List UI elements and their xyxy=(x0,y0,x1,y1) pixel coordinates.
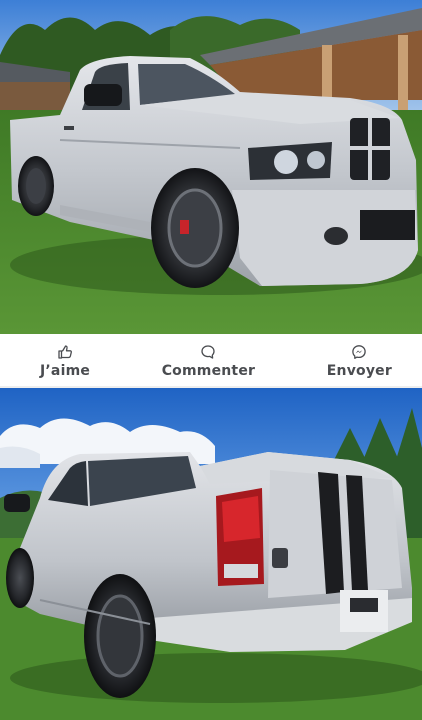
send-label: Envoyer xyxy=(326,362,392,379)
post-action-bar: J’aime Commenter Envoyer xyxy=(0,334,422,388)
post-photo-bottom[interactable] xyxy=(0,388,422,720)
truck-rear-image xyxy=(0,388,422,720)
post-frame: J’aime Commenter Envoyer xyxy=(0,0,422,720)
comment-button[interactable]: Commenter xyxy=(162,344,255,379)
post-photo-top[interactable] xyxy=(0,0,422,334)
thumbs-up-icon xyxy=(58,344,73,359)
send-button[interactable]: Envoyer xyxy=(327,344,392,379)
truck-front-image xyxy=(0,0,422,334)
comment-label: Commenter xyxy=(161,362,256,379)
comment-bubble-icon xyxy=(201,344,216,359)
like-button[interactable]: J’aime xyxy=(40,344,90,379)
like-label: J’aime xyxy=(40,362,91,379)
messenger-icon xyxy=(352,344,367,359)
